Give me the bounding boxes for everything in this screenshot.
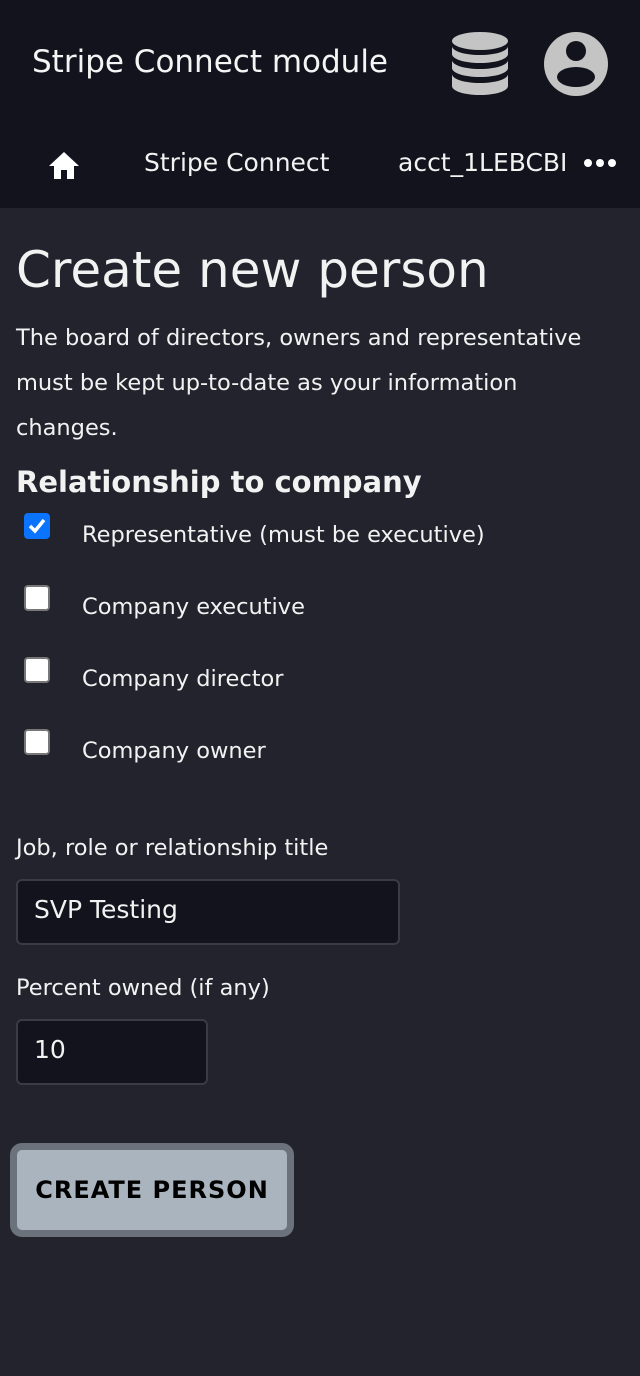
percent-owned-input[interactable]: 10 (16, 1019, 208, 1085)
checkbox[interactable] (24, 729, 50, 755)
checkbox[interactable] (24, 585, 50, 611)
checkbox-owner[interactable]: Company owner (16, 715, 624, 787)
checkbox[interactable] (24, 657, 50, 683)
checkbox-representative[interactable]: Representative (must be executive) (16, 499, 624, 571)
page-description: The board of directors, owners and repre… (16, 325, 582, 441)
breadcrumb-stripe-connect[interactable]: Stripe Connect (144, 148, 329, 177)
app-header: Stripe Connect module Stripe Connect acc… (0, 0, 640, 208)
percent-owned-label: Percent owned (if any) (16, 975, 270, 1001)
checkbox[interactable] (24, 513, 50, 539)
page-title: Create new person (16, 241, 489, 299)
checkbox-label: Company director (82, 666, 284, 692)
account-icon[interactable] (544, 32, 608, 96)
breadcrumb: Stripe Connect acct_1LEBCBI (0, 146, 640, 186)
more-icon[interactable] (583, 158, 617, 168)
create-person-button[interactable]: CREATE PERSON (10, 1143, 294, 1237)
checkbox-label: Representative (must be executive) (82, 522, 485, 548)
checkbox-label: Company owner (82, 738, 266, 764)
home-icon[interactable] (48, 150, 80, 180)
database-icon[interactable] (451, 32, 509, 96)
section-title: Relationship to company (16, 465, 422, 499)
breadcrumb-account[interactable]: acct_1LEBCBI (398, 148, 568, 177)
checkbox-director[interactable]: Company director (16, 643, 624, 715)
checkbox-label: Company executive (82, 594, 305, 620)
app-title: Stripe Connect module (32, 44, 389, 80)
checkbox-executive[interactable]: Company executive (16, 571, 624, 643)
job-title-label: Job, role or relationship title (16, 835, 329, 861)
create-person-form: Create new person The board of directors… (10, 240, 624, 1237)
job-title-input[interactable]: SVP Testing (16, 879, 400, 945)
